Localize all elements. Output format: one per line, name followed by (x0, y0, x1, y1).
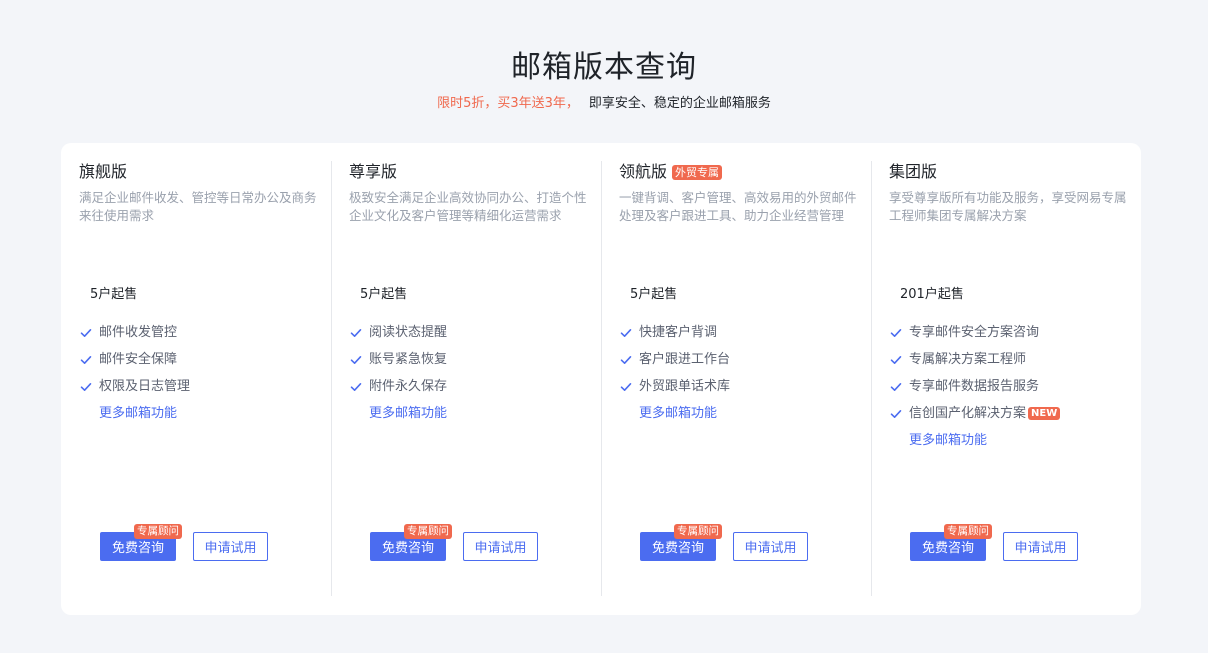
plan-description: 满足企业邮件收发、管控等日常办公及商务来往使用需求 (79, 190, 317, 223)
consult-badge: 专属顾问 (404, 524, 452, 539)
check-icon (80, 382, 92, 391)
check-icon (620, 328, 632, 337)
check-icon (80, 328, 92, 337)
min-users-label: 5户起售 (360, 287, 408, 302)
plan-card-group: 集团版 享受尊享版所有功能及服务，享受网易专属工程师集团专属解决方案 201户起… (871, 161, 1141, 596)
consult-badge: 专属顾问 (944, 524, 992, 539)
plan-name: 旗舰版 (79, 162, 128, 181)
feature-item: 快捷客户背调 (619, 319, 730, 346)
plans-panel: 旗舰版 满足企业邮件收发、管控等日常办公及商务来往使用需求 5户起售 邮件收发管… (61, 143, 1141, 615)
promo-text: 限时5折，买3年送3年， (437, 96, 579, 111)
feature-item: 账号紧急恢复 (349, 346, 447, 373)
check-icon (890, 409, 902, 418)
feature-item: 邮件安全保障 (79, 346, 190, 373)
consult-badge: 专属顾问 (674, 524, 722, 539)
check-icon (620, 355, 632, 364)
plan-name: 领航版 (619, 162, 668, 181)
feature-item: 附件永久保存 (349, 373, 447, 400)
feature-list: 快捷客户背调 客户跟进工作台 外贸跟单话术库 更多邮箱功能 (619, 319, 730, 427)
more-features-link[interactable]: 更多邮箱功能 (79, 400, 190, 427)
plan-name: 集团版 (889, 162, 938, 181)
check-icon (890, 382, 902, 391)
min-users-label: 201户起售 (900, 287, 964, 302)
apply-trial-button[interactable]: 申请试用 (463, 532, 538, 561)
plan-card-navigator: 领航版 外贸专属 一键背调、客户管理、高效易用的外贸邮件处理及客户跟进工具、助力企… (601, 161, 871, 596)
plan-name: 尊享版 (349, 162, 398, 181)
plan-actions: 免费咨询 专属顾问 申请试用 (100, 524, 320, 562)
plan-description: 极致安全满足企业高效协同办公、打造个性企业文化及客户管理等精细化运营需求 (349, 190, 587, 223)
consult-badge: 专属顾问 (134, 524, 182, 539)
feature-item: 专享邮件安全方案咨询 (889, 319, 1060, 346)
check-icon (890, 355, 902, 364)
more-features-link[interactable]: 更多邮箱功能 (619, 400, 730, 427)
min-users-label: 5户起售 (630, 287, 678, 302)
plan-actions: 免费咨询 专属顾问 申请试用 (370, 524, 590, 562)
check-icon (350, 328, 362, 337)
subtitle-desc: 即享安全、稳定的企业邮箱服务 (588, 96, 771, 111)
feature-list: 邮件收发管控 邮件安全保障 权限及日志管理 更多邮箱功能 (79, 319, 190, 427)
feature-item: 客户跟进工作台 (619, 346, 730, 373)
more-features-link[interactable]: 更多邮箱功能 (889, 427, 1060, 454)
plan-actions: 免费咨询 专属顾问 申请试用 (910, 524, 1130, 562)
plan-card-flagship: 旗舰版 满足企业邮件收发、管控等日常办公及商务来往使用需求 5户起售 邮件收发管… (61, 161, 331, 596)
feature-item: 外贸跟单话术库 (619, 373, 730, 400)
feature-list: 专享邮件安全方案咨询 专属解决方案工程师 专享邮件数据报告服务 信创国产化解决方… (889, 319, 1061, 454)
apply-trial-button[interactable]: 申请试用 (1003, 532, 1078, 561)
feature-item: 邮件收发管控 (79, 319, 190, 346)
min-users-label: 5户起售 (90, 287, 138, 302)
feature-list: 阅读状态提醒 账号紧急恢复 附件永久保存 更多邮箱功能 (349, 319, 447, 427)
feature-item: 信创国产化解决方案 NEW (889, 400, 1061, 427)
more-features-link[interactable]: 更多邮箱功能 (349, 400, 447, 427)
plan-card-premium: 尊享版 极致安全满足企业高效协同办公、打造个性企业文化及客户管理等精细化运营需求… (331, 161, 601, 596)
check-icon (80, 355, 92, 364)
plan-tag-badge: 外贸专属 (672, 164, 723, 180)
apply-trial-button[interactable]: 申请试用 (193, 532, 268, 561)
new-badge: NEW (1028, 407, 1061, 420)
feature-item: 阅读状态提醒 (349, 319, 447, 346)
plan-description: 享受尊享版所有功能及服务，享受网易专属工程师集团专属解决方案 (889, 190, 1127, 223)
check-icon (350, 382, 362, 391)
check-icon (350, 355, 362, 364)
plan-description: 一键背调、客户管理、高效易用的外贸邮件处理及客户跟进工具、助力企业经营管理 (619, 190, 857, 223)
check-icon (620, 382, 632, 391)
page-title: 邮箱版本查询 (511, 50, 697, 85)
plan-actions: 免费咨询 专属顾问 申请试用 (640, 524, 860, 562)
feature-item: 专属解决方案工程师 (889, 346, 1060, 373)
feature-item: 权限及日志管理 (79, 373, 190, 400)
page-subtitle: 限时5折，买3年送3年， 即享安全、稳定的企业邮箱服务 (0, 92, 1208, 111)
check-icon (890, 328, 902, 337)
apply-trial-button[interactable]: 申请试用 (733, 532, 808, 561)
feature-item: 专享邮件数据报告服务 (889, 373, 1060, 400)
